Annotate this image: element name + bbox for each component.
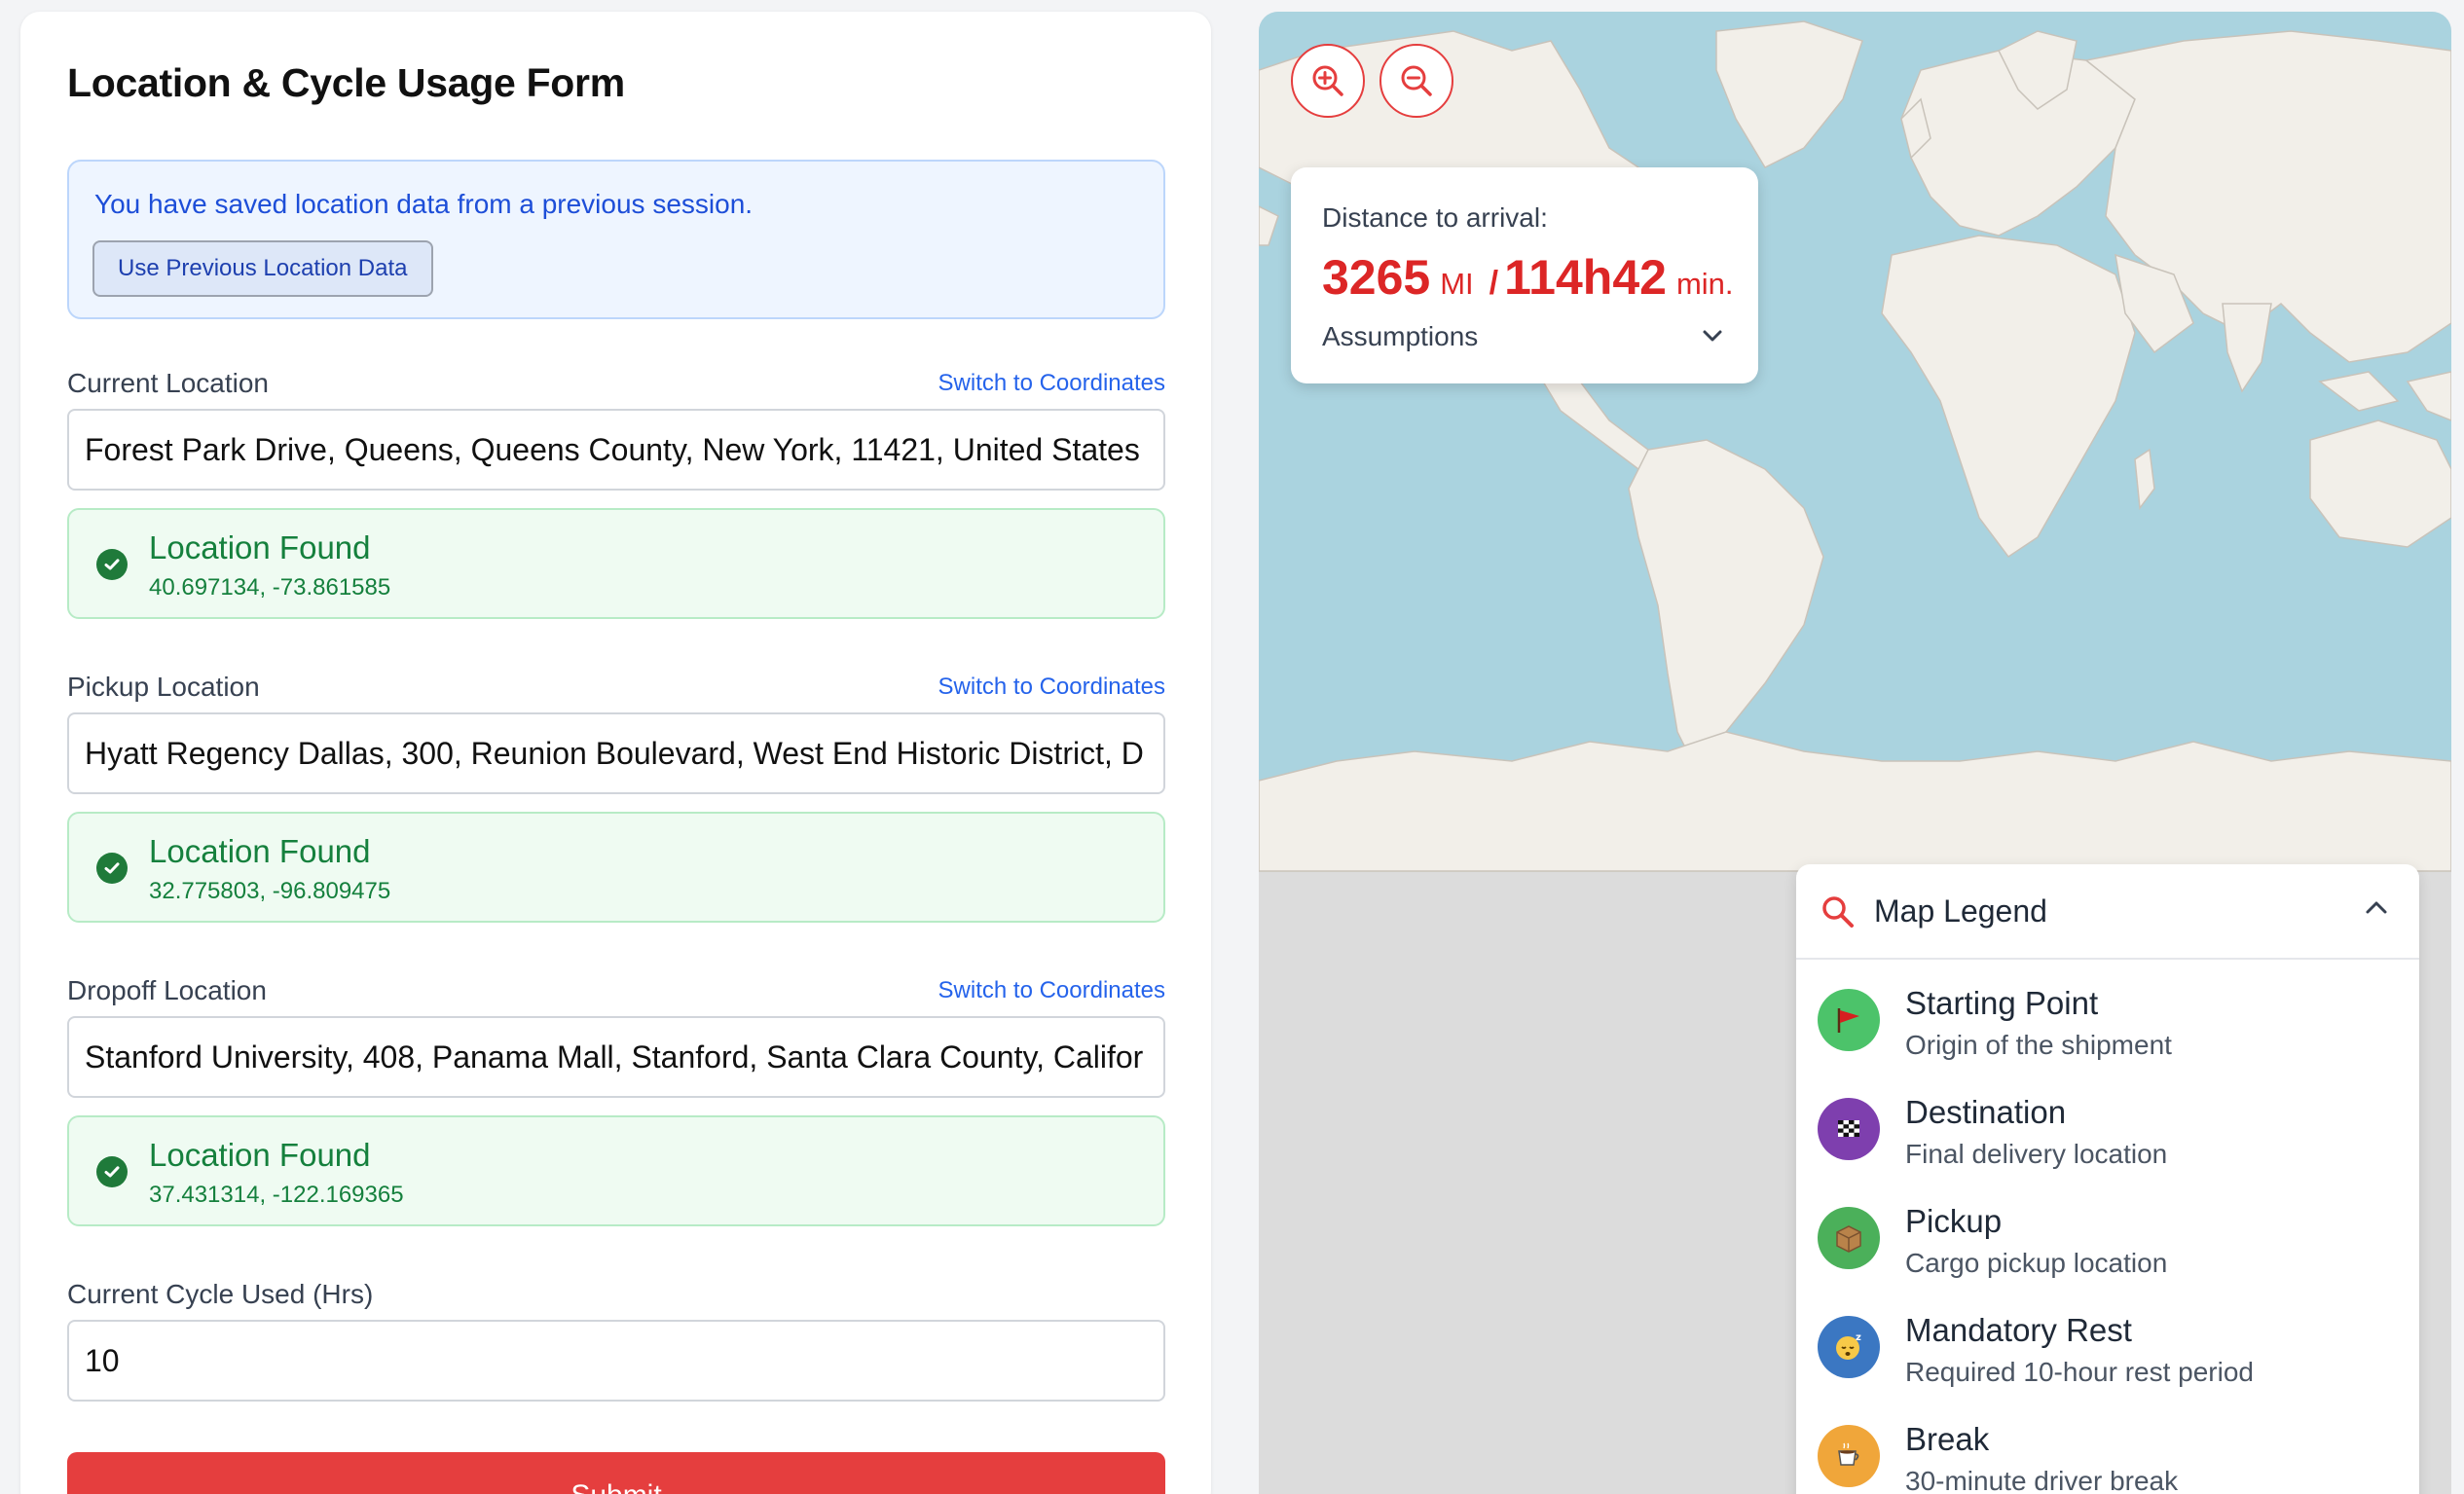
cycle-used-input[interactable]: 10 [67, 1320, 1165, 1402]
legend-item-destination: Destination Final delivery location [1796, 1082, 2419, 1180]
check-circle-icon [96, 853, 128, 884]
pickup-location-label: Pickup Location [67, 672, 260, 702]
legend-item-mandatory-rest: z Mandatory Rest Required 10-hour rest p… [1796, 1300, 2419, 1398]
legend-item-desc: Cargo pickup location [1905, 1248, 2168, 1278]
location-found-title: Location Found [149, 1137, 371, 1173]
checkered-flag-icon [1818, 1098, 1880, 1160]
legend-title: Map Legend [1874, 893, 2047, 929]
legend-item-desc: Origin of the shipment [1905, 1030, 2172, 1060]
current-location-input[interactable]: Forest Park Drive, Queens, Queens County… [67, 409, 1165, 491]
check-circle-icon [96, 1156, 128, 1187]
distance-values: 3265 MI / 114h42 min. [1322, 249, 1734, 306]
zoom-in-button[interactable] [1291, 44, 1365, 118]
saved-session-text: You have saved location data from a prev… [94, 189, 754, 219]
legend-item-name: Break [1905, 1421, 1990, 1457]
coffee-cup-icon [1818, 1425, 1880, 1487]
location-form-panel: Location & Cycle Usage Form You have sav… [20, 12, 1211, 1494]
distance-value: 3265 [1322, 250, 1431, 305]
package-icon [1818, 1207, 1880, 1269]
zoom-out-icon [1401, 65, 1432, 96]
location-found-title: Location Found [149, 529, 371, 565]
chevron-down-icon[interactable] [1702, 329, 1723, 343]
legend-item-pickup: Pickup Cargo pickup location [1796, 1191, 2419, 1289]
legend-item-desc: 30-minute driver break [1905, 1466, 2179, 1494]
dropoff-location-input[interactable]: Stanford University, 408, Panama Mall, S… [67, 1016, 1165, 1098]
legend-item-name: Starting Point [1905, 985, 2099, 1021]
pickup-location-found: Location Found 32.775803, -96.809475 [67, 812, 1165, 923]
current-location-coords: 40.697134, -73.861585 [149, 574, 391, 601]
legend-header[interactable]: Map Legend [1796, 864, 2419, 960]
saved-session-notice: You have saved location data from a prev… [67, 160, 1165, 319]
current-switch-coordinates-link[interactable]: Switch to Coordinates [938, 370, 1165, 397]
sleeping-face-icon: z [1818, 1316, 1880, 1378]
dropoff-switch-coordinates-link[interactable]: Switch to Coordinates [938, 977, 1165, 1004]
distance-card: Distance to arrival: 3265 MI / 114h42 mi… [1291, 167, 1758, 383]
svg-text:z: z [1856, 1332, 1861, 1343]
legend-item-starting-point: Starting Point Origin of the shipment [1796, 973, 2419, 1071]
zoom-in-icon [1312, 65, 1343, 96]
dropoff-location-found: Location Found 37.431314, -122.169365 [67, 1115, 1165, 1226]
legend-item-name: Mandatory Rest [1905, 1312, 2132, 1348]
map-legend: Map Legend Starting Point Origin of the … [1796, 864, 2419, 1494]
distance-label: Distance to arrival: [1322, 202, 1548, 233]
cycle-used-label: Current Cycle Used (Hrs) [67, 1279, 374, 1309]
pickup-location-input[interactable]: Hyatt Regency Dallas, 300, Reunion Boule… [67, 712, 1165, 794]
search-icon [1822, 896, 1854, 928]
dropoff-location-coords: 37.431314, -122.169365 [149, 1182, 404, 1208]
location-found-title: Location Found [149, 833, 371, 869]
route-map[interactable]: Distance to arrival: 3265 MI / 114h42 mi… [1259, 12, 2451, 1494]
chevron-up-icon[interactable] [2365, 899, 2388, 915]
red-flag-icon [1818, 989, 1880, 1051]
check-circle-icon [96, 549, 128, 580]
legend-item-name: Pickup [1905, 1203, 2003, 1239]
current-location-label: Current Location [67, 368, 270, 398]
legend-item-desc: Final delivery location [1905, 1139, 2168, 1169]
form-title: Location & Cycle Usage Form [67, 60, 625, 105]
legend-item-desc: Required 10-hour rest period [1905, 1357, 2254, 1387]
legend-item-name: Destination [1905, 1094, 2067, 1130]
legend-item-break: Break 30-minute driver break [1796, 1409, 2419, 1494]
submit-button[interactable]: Submit [67, 1452, 1165, 1494]
time-unit: min. [1675, 267, 1734, 301]
current-location-found: Location Found 40.697134, -73.861585 [67, 508, 1165, 619]
distance-separator: / [1489, 265, 1499, 302]
time-value: 114h42 [1504, 250, 1667, 305]
distance-unit: MI [1440, 267, 1474, 301]
zoom-out-button[interactable] [1379, 44, 1453, 118]
use-previous-location-button[interactable]: Use Previous Location Data [92, 240, 433, 297]
pickup-switch-coordinates-link[interactable]: Switch to Coordinates [938, 674, 1165, 701]
assumptions-toggle[interactable]: Assumptions [1322, 321, 1478, 352]
pickup-location-coords: 32.775803, -96.809475 [149, 878, 391, 904]
dropoff-location-label: Dropoff Location [67, 975, 267, 1005]
